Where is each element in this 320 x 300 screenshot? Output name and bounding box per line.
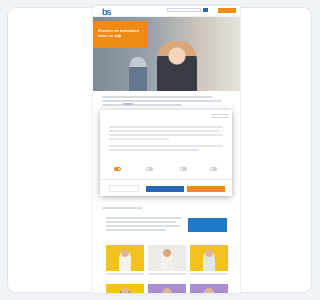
allow-selection-button[interactable] <box>146 186 184 192</box>
logo-icon[interactable]: bs <box>102 7 111 17</box>
dialog-text-line <box>109 134 223 136</box>
language-select[interactable] <box>212 114 228 118</box>
hero-photo-background-person <box>129 57 147 91</box>
team-member-photo[interactable] <box>190 284 228 293</box>
team-member-photo[interactable] <box>106 245 144 271</box>
person-head <box>163 249 171 257</box>
text-line <box>102 104 182 106</box>
dialog-text-line <box>109 138 169 140</box>
team-member-name <box>148 273 186 275</box>
text-line <box>106 221 176 223</box>
dialog-text-line <box>109 130 219 132</box>
dialog-text-line <box>109 145 223 147</box>
hero-banner: Ervaren en betrokken leren en kijk <box>93 17 240 91</box>
text-line <box>106 229 166 231</box>
nav-item[interactable] <box>120 13 134 15</box>
text-line <box>102 100 222 102</box>
person-head <box>163 288 171 293</box>
team-member-name <box>106 273 144 275</box>
nav-item[interactable] <box>166 13 180 15</box>
person-head <box>205 249 213 257</box>
team-info-box[interactable] <box>188 218 227 232</box>
person-head <box>205 288 213 293</box>
search-input[interactable] <box>167 8 201 12</box>
divider <box>100 179 232 180</box>
team-member-photo[interactable] <box>148 284 186 293</box>
hero-photo <box>157 41 197 91</box>
team-member-name <box>190 273 228 275</box>
powered-by-badge[interactable] <box>109 185 139 192</box>
team-member-photo[interactable] <box>148 245 186 271</box>
text-line <box>106 217 182 219</box>
main-nav <box>120 13 203 15</box>
allow-all-button[interactable] <box>187 186 225 192</box>
person-head <box>121 249 129 257</box>
toggle-icon[interactable] <box>210 167 217 171</box>
breadcrumb[interactable] <box>123 103 133 105</box>
person-head <box>121 288 129 293</box>
toggle-icon[interactable] <box>114 167 121 171</box>
hero-title-panel: Ervaren en betrokken leren en kijk <box>93 21 148 48</box>
dialog-text-line <box>109 126 223 128</box>
dialog-text-line <box>109 149 199 151</box>
team-member-photo[interactable] <box>106 284 144 293</box>
text-line <box>102 96 212 98</box>
nav-item[interactable] <box>143 13 157 15</box>
hero-title: Ervaren en betrokken leren en kijk <box>98 28 139 38</box>
team-member-photo[interactable] <box>190 245 228 271</box>
toggle-icon[interactable] <box>180 167 187 171</box>
text-line <box>106 225 180 227</box>
text-line <box>102 207 142 209</box>
cookie-consent-dialog <box>100 110 232 196</box>
site-header: bs <box>93 6 240 17</box>
nav-item[interactable] <box>189 13 203 15</box>
toggle-icon[interactable] <box>146 167 153 171</box>
search-icon[interactable] <box>203 8 208 12</box>
header-cta-button[interactable] <box>218 8 236 13</box>
